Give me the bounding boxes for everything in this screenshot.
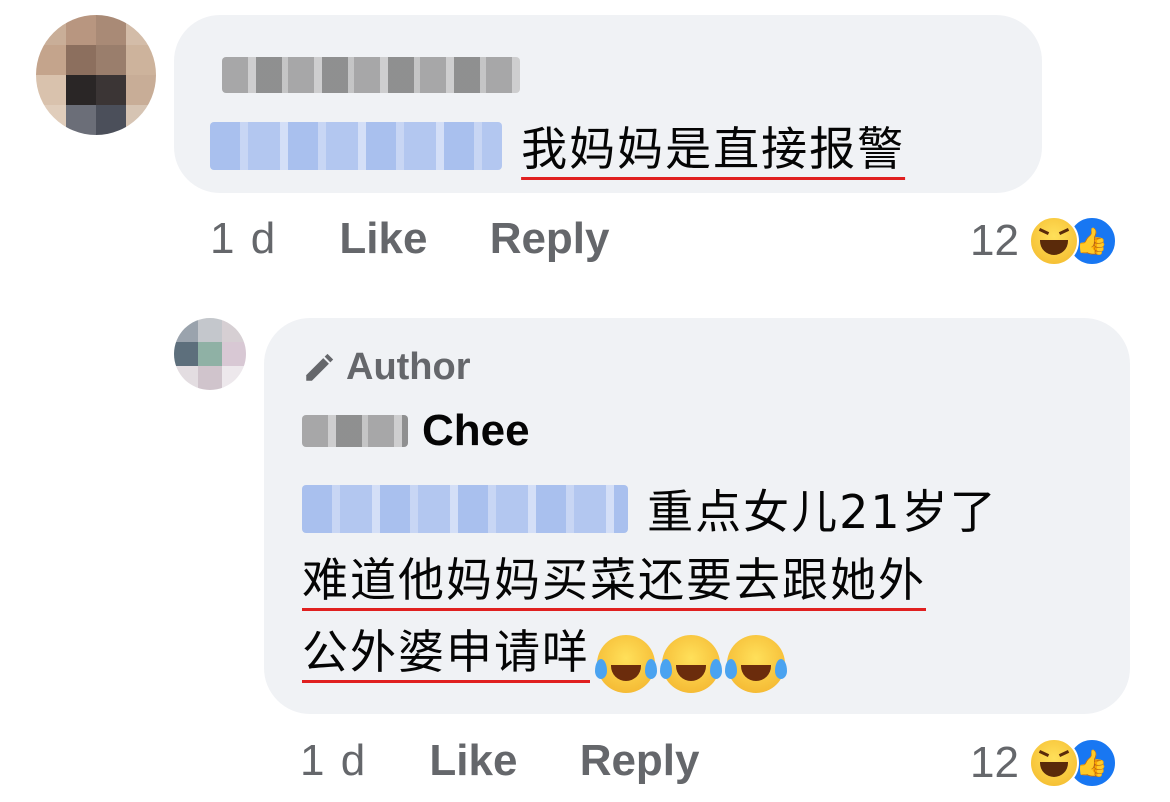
comment-time[interactable]: 1 d xyxy=(210,214,277,263)
reply-text-line2: 难道他妈妈买菜还要去跟她外 xyxy=(302,553,926,607)
reply-actions: 1 d Like Reply xyxy=(300,736,700,786)
reaction-count: 12 xyxy=(970,216,1019,265)
pencil-icon xyxy=(306,353,334,381)
reply-time[interactable]: 1 d xyxy=(300,736,367,785)
like-button[interactable]: Like xyxy=(339,214,427,263)
reaction-summary[interactable]: 12 👍 xyxy=(970,216,1117,266)
reply-bubble: Author Chee 重点女儿21岁了 难道他妈妈买菜还要去跟她外 公外婆申请… xyxy=(264,318,1130,714)
like-button[interactable]: Like xyxy=(429,736,517,785)
reaction-count: 12 xyxy=(970,738,1019,787)
comment-bubble: 我妈妈是直接报警 xyxy=(174,15,1042,193)
tears-of-joy-emoji xyxy=(725,634,788,693)
haha-icon xyxy=(1028,738,1079,788)
reply-text-line1: 重点女儿21岁了 xyxy=(647,485,998,539)
author-badge: Author xyxy=(346,346,471,388)
haha-icon xyxy=(1028,216,1079,266)
tears-of-joy-emoji xyxy=(595,634,658,693)
commenter-name[interactable] xyxy=(222,57,520,93)
tears-of-joy-emoji xyxy=(660,634,723,693)
mention-tag[interactable] xyxy=(210,122,502,170)
reply-button[interactable]: Reply xyxy=(490,214,610,263)
reaction-summary[interactable]: 12 👍 xyxy=(970,738,1117,788)
author-avatar[interactable] xyxy=(174,318,246,390)
mention-tag[interactable] xyxy=(302,485,628,533)
reply-button[interactable]: Reply xyxy=(580,736,700,785)
commenter-avatar[interactable] xyxy=(36,15,156,135)
comment-actions: 1 d Like Reply xyxy=(210,214,610,264)
author-first-name[interactable] xyxy=(302,415,408,447)
comment-text: 我妈妈是直接报警 xyxy=(521,122,906,176)
author-name[interactable]: Chee xyxy=(422,406,530,456)
reply-text-line3: 公外婆申请咩 xyxy=(302,625,590,679)
